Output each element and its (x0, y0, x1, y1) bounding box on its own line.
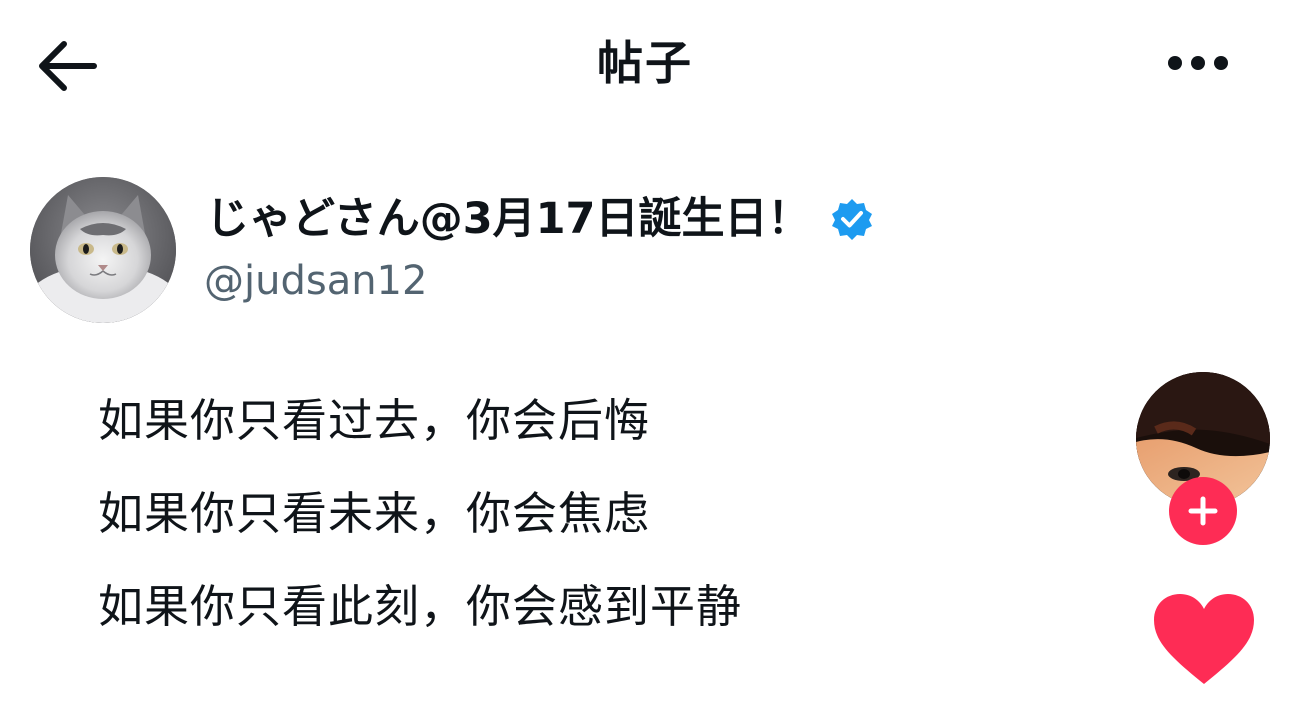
post-text-line: 如果你只看此刻，你会感到平静 (98, 580, 743, 633)
cat-avatar (30, 177, 176, 323)
more-options-button[interactable] (1158, 38, 1238, 88)
follow-button[interactable] (1169, 477, 1237, 545)
like-button[interactable] (1152, 592, 1256, 688)
plus-icon (1188, 496, 1218, 526)
author-handle[interactable]: @judsan12 (204, 252, 427, 310)
heart-icon (1154, 594, 1254, 684)
post-body: 如果你只看过去，你会后悔 如果你只看未来，你会焦虑 如果你只看此刻，你会感到平静 (98, 374, 1058, 653)
author-display-name: じゃどさん@3月17日誕生日！ (206, 194, 811, 244)
top-bar: 帖子 (0, 0, 1290, 130)
verified-badge-icon (832, 199, 873, 240)
more-horizontal-icon (1168, 56, 1228, 70)
author-name-row[interactable]: じゃどさん@3月17日誕生日！ (206, 188, 874, 250)
post-text-line: 如果你只看过去，你会后悔 (98, 394, 651, 447)
author-avatar[interactable] (30, 177, 176, 323)
page-title: 帖子 (597, 36, 693, 90)
post-text-line: 如果你只看未来，你会焦虑 (98, 487, 651, 540)
